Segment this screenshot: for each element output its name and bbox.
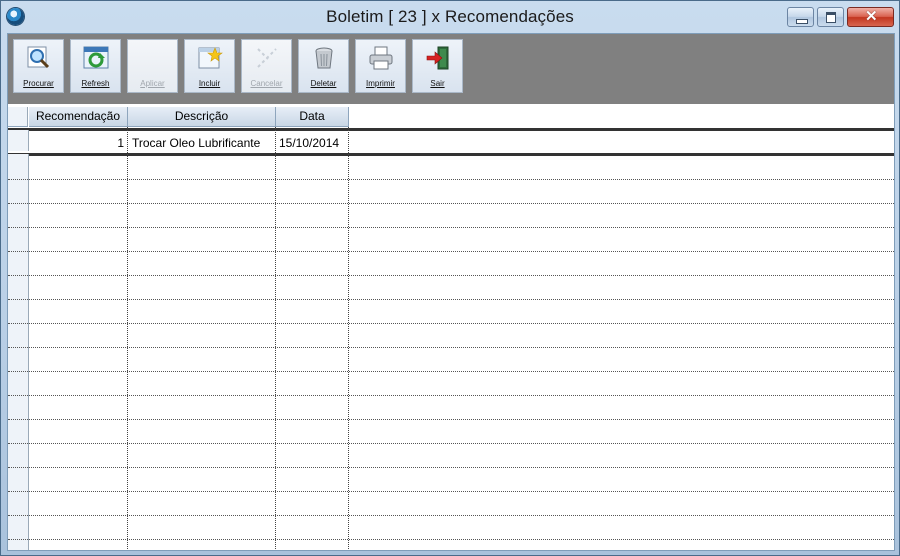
close-button[interactable]: ✕ — [847, 7, 894, 27]
refresh-button[interactable]: Refresh — [70, 39, 121, 93]
title-bar[interactable]: Boletim [ 23 ] x Recomendações ✕ — [1, 1, 899, 33]
apply-icon — [140, 45, 166, 71]
aplicar-label: Aplicar — [140, 79, 165, 88]
grid-corner — [8, 107, 28, 127]
client-area: Procurar Refresh Aplicar Incluir Cancela… — [7, 33, 895, 551]
column-divider — [348, 127, 349, 550]
refresh-icon — [83, 46, 109, 69]
aplicar-button[interactable]: Aplicar — [127, 39, 178, 93]
maximize-icon — [826, 12, 836, 23]
empty-row — [8, 443, 894, 444]
empty-row — [8, 467, 894, 468]
column-header-descricao[interactable]: Descrição — [128, 107, 276, 127]
exit-door-icon — [426, 46, 449, 70]
procurar-label: Procurar — [23, 79, 54, 88]
empty-row — [8, 323, 894, 324]
empty-row — [8, 371, 894, 372]
cancelar-label: Cancelar — [250, 79, 283, 88]
empty-row — [8, 491, 894, 492]
empty-row — [8, 299, 894, 300]
empty-row — [8, 515, 894, 516]
empty-row — [8, 539, 894, 540]
row-separator-top — [8, 128, 894, 131]
deletar-button[interactable]: Deletar — [298, 39, 349, 93]
magnifier-icon — [27, 46, 50, 69]
empty-row — [8, 419, 894, 420]
recommendations-grid[interactable]: Recomendação Descrição Data 1 Trocar Ole… — [8, 106, 894, 550]
empty-row — [8, 227, 894, 228]
imprimir-label: Imprimir — [366, 79, 395, 88]
row-indicator — [8, 130, 29, 151]
sair-button[interactable]: Sair — [412, 39, 463, 93]
toolbar: Procurar Refresh Aplicar Incluir Cancela… — [8, 34, 894, 104]
empty-row — [8, 179, 894, 180]
minimize-button[interactable] — [787, 7, 814, 27]
cell-descricao[interactable]: Trocar Oleo Lubrificante — [132, 132, 278, 154]
empty-row — [8, 251, 894, 252]
sair-label: Sair — [430, 79, 445, 88]
cell-recomendacao[interactable]: 1 — [29, 132, 124, 154]
incluir-label: Incluir — [198, 79, 221, 88]
empty-row — [8, 275, 894, 276]
imprimir-button[interactable]: Imprimir — [355, 39, 406, 93]
column-divider — [275, 127, 276, 550]
close-icon: ✕ — [865, 8, 878, 25]
refresh-label: Refresh — [81, 79, 110, 88]
procurar-button[interactable]: Procurar — [13, 39, 64, 93]
cancel-icon — [257, 48, 277, 68]
cell-data[interactable]: 15/10/2014 — [279, 132, 349, 154]
trash-icon — [315, 47, 333, 69]
column-divider — [127, 127, 128, 550]
deletar-label: Deletar — [310, 79, 337, 88]
column-header-data[interactable]: Data — [276, 107, 349, 127]
incluir-button[interactable]: Incluir — [184, 39, 235, 93]
empty-row — [8, 395, 894, 396]
row-separator-bottom — [8, 153, 894, 156]
cancelar-button[interactable]: Cancelar — [241, 39, 292, 93]
window-title: Boletim [ 23 ] x Recomendações — [326, 7, 574, 26]
minimize-icon — [796, 19, 808, 24]
maximize-button[interactable] — [817, 7, 844, 27]
main-window: Boletim [ 23 ] x Recomendações ✕ Procura… — [0, 0, 900, 556]
empty-row — [8, 203, 894, 204]
empty-row — [8, 347, 894, 348]
printer-icon — [369, 46, 393, 70]
new-document-icon — [198, 47, 223, 69]
column-header-recomendacao[interactable]: Recomendação — [29, 107, 128, 127]
